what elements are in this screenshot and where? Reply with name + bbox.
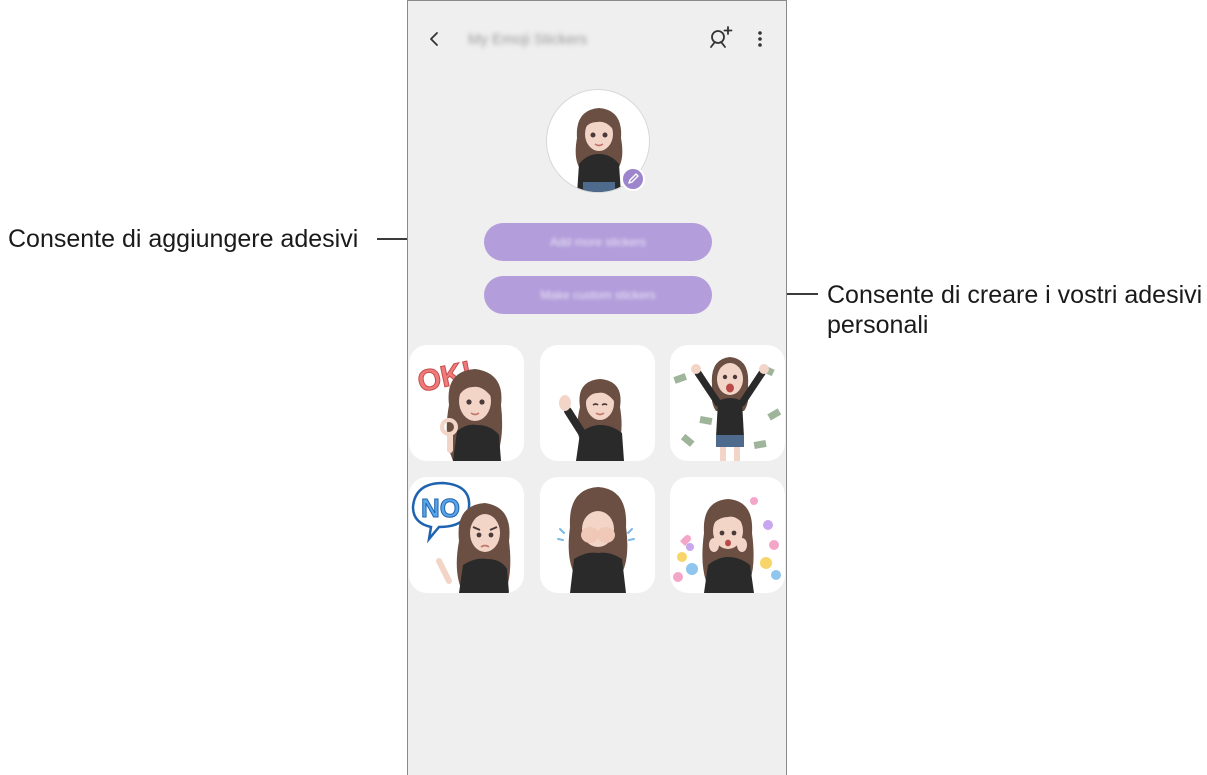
add-stickers-button[interactable]: Add more stickers <box>484 223 712 261</box>
page-title: My Emoji Stickers <box>468 31 588 48</box>
sticker-money[interactable] <box>670 345 785 461</box>
make-stickers-button[interactable]: Make custom stickers <box>484 276 712 314</box>
app-bar: My Emoji Stickers <box>408 21 786 61</box>
callout-create-line1: Consente di creare i vostri adesivi <box>827 281 1203 309</box>
callout-create-stickers: Consente di creare i vostri adesivi pers… <box>827 280 1202 340</box>
sticker-ok[interactable]: OK! <box>409 345 524 461</box>
sticker-hearts[interactable] <box>670 477 785 593</box>
sticker-no[interactable]: NO <box>409 477 524 593</box>
edit-avatar-button[interactable] <box>621 167 645 191</box>
more-vert-icon <box>758 31 762 47</box>
make-stickers-label: Make custom stickers <box>540 288 656 302</box>
add-stickers-label: Add more stickers <box>549 235 647 249</box>
chevron-left-icon <box>430 32 438 46</box>
add-avatar-icon <box>710 26 733 48</box>
sticker-wave[interactable] <box>540 345 655 461</box>
add-avatar-button[interactable] <box>706 23 736 53</box>
phone-screen: My Emoji Stickers Add more stickers Make… <box>407 0 787 775</box>
callout-create-line2: personali <box>827 311 929 339</box>
more-options-button[interactable] <box>748 25 772 53</box>
sticker-no-caption: NO <box>421 493 460 523</box>
callout-add-stickers: Consente di aggiungere adesivi <box>8 225 359 253</box>
back-button[interactable] <box>420 25 448 53</box>
sticker-cry[interactable] <box>540 477 655 593</box>
pencil-icon <box>628 173 639 184</box>
